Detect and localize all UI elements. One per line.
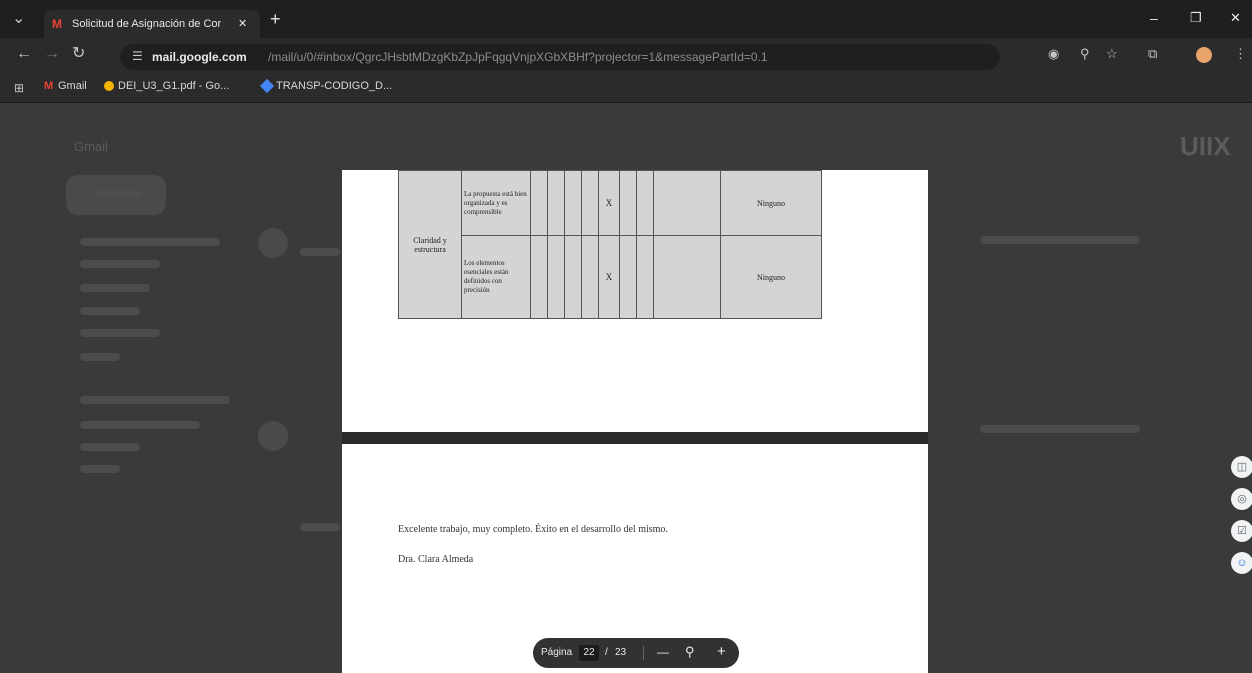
page-number-input[interactable]: 22 bbox=[579, 645, 599, 661]
extensions-icon[interactable]: ⧉ bbox=[1148, 46, 1157, 62]
tab-strip: ⌄ M Solicitud de Asignación de Cor ✕ + –… bbox=[0, 0, 1252, 38]
back-icon[interactable]: ← bbox=[16, 46, 32, 62]
zoom-out-button[interactable]: — bbox=[657, 645, 669, 659]
eye-icon[interactable]: ◉ bbox=[1048, 46, 1059, 62]
page-label: Página bbox=[541, 647, 573, 658]
mark-cell: X bbox=[598, 170, 620, 236]
compose-button[interactable]: Redactar bbox=[66, 175, 166, 215]
page-separator-text: / bbox=[605, 647, 608, 658]
zoom-icon[interactable]: ⚲ bbox=[685, 644, 695, 660]
gmail-bookmark-icon: M bbox=[44, 80, 54, 92]
contacts-side-icon[interactable]: ☺ bbox=[1231, 552, 1252, 574]
new-tab-button[interactable]: + bbox=[270, 9, 281, 30]
tasks-side-icon[interactable]: ☑ bbox=[1231, 520, 1252, 542]
signature-text: Dra. Clara Almeda bbox=[398, 554, 474, 565]
divider bbox=[643, 646, 644, 660]
close-window-button[interactable]: ✕ bbox=[1230, 10, 1241, 26]
pdf-page: Claridad y estructura La propuesta está … bbox=[342, 170, 928, 432]
minimize-button[interactable]: – bbox=[1150, 10, 1158, 26]
description-cell: La propuesta está bien organizada y es c… bbox=[461, 170, 531, 236]
sender-avatar bbox=[258, 228, 288, 258]
result-cell: Ninguno bbox=[720, 170, 822, 236]
restore-button[interactable]: ❐ bbox=[1190, 10, 1202, 26]
apps-grid-icon[interactable]: ⊞ bbox=[14, 80, 24, 96]
page-navigation: Página 22 / 23 — ⚲ + bbox=[533, 638, 739, 668]
address-bar[interactable]: ☰ mail.google.com /mail/u/0/#inbox/QgrcJ… bbox=[120, 44, 1000, 70]
sender-avatar bbox=[258, 421, 288, 451]
tab-search-icon[interactable]: ⌄ bbox=[12, 11, 25, 27]
zoom-in-button[interactable]: + bbox=[717, 643, 726, 660]
comment-text: Excelente trabajo, muy completo. Éxito e… bbox=[398, 524, 668, 535]
criterion-cell: Claridad y estructura bbox=[398, 170, 462, 319]
tab-title: Solicitud de Asignación de Cor bbox=[72, 18, 222, 30]
tab-close-icon[interactable]: ✕ bbox=[238, 17, 247, 30]
star-icon[interactable]: ☆ bbox=[1106, 46, 1118, 62]
table-row: Los elementos esenciales están definidos… bbox=[399, 235, 822, 319]
zoom-icon[interactable]: ⚲ bbox=[1080, 46, 1090, 62]
bookmark-pdf[interactable]: DEI_U3_G1.pdf - Go... bbox=[118, 80, 229, 92]
bookmark-transp[interactable]: TRANSP-CODIGO_D... bbox=[276, 80, 392, 92]
gmail-favicon-icon: M bbox=[52, 17, 62, 31]
bookmark-gmail[interactable]: Gmail bbox=[58, 80, 87, 92]
url-path: /mail/u/0/#inbox/QgrcJHsbtMDzgKbZpJpFqgq… bbox=[268, 50, 768, 64]
url-host: mail.google.com bbox=[152, 50, 247, 64]
result-cell: Ninguno bbox=[720, 235, 822, 319]
description-cell: Los elementos esenciales están definidos… bbox=[461, 235, 531, 319]
menu-icon[interactable]: ⋮ bbox=[1234, 46, 1247, 62]
mark-cell: X bbox=[598, 235, 620, 319]
compose-label: Redactar bbox=[98, 188, 143, 200]
tab-active[interactable]: M Solicitud de Asignación de Cor ✕ bbox=[44, 10, 260, 38]
keep-side-icon[interactable]: ◎ bbox=[1231, 488, 1252, 510]
page-total: 23 bbox=[615, 647, 627, 658]
calendar-side-icon[interactable]: ◫ bbox=[1231, 456, 1252, 478]
forward-icon[interactable]: → bbox=[44, 46, 60, 62]
table-row: Claridad y estructura La propuesta está … bbox=[398, 170, 822, 319]
gmail-logo: Gmail bbox=[74, 139, 108, 154]
site-info-icon[interactable]: ☰ bbox=[132, 49, 143, 63]
reload-icon[interactable]: ↻ bbox=[72, 46, 85, 62]
profile-avatar[interactable] bbox=[1196, 47, 1212, 63]
page-separator bbox=[342, 432, 928, 444]
drive-icon bbox=[104, 81, 114, 91]
evaluation-table: Claridad y estructura La propuesta está … bbox=[398, 170, 822, 319]
brand-text: UIIX bbox=[1180, 131, 1231, 161]
